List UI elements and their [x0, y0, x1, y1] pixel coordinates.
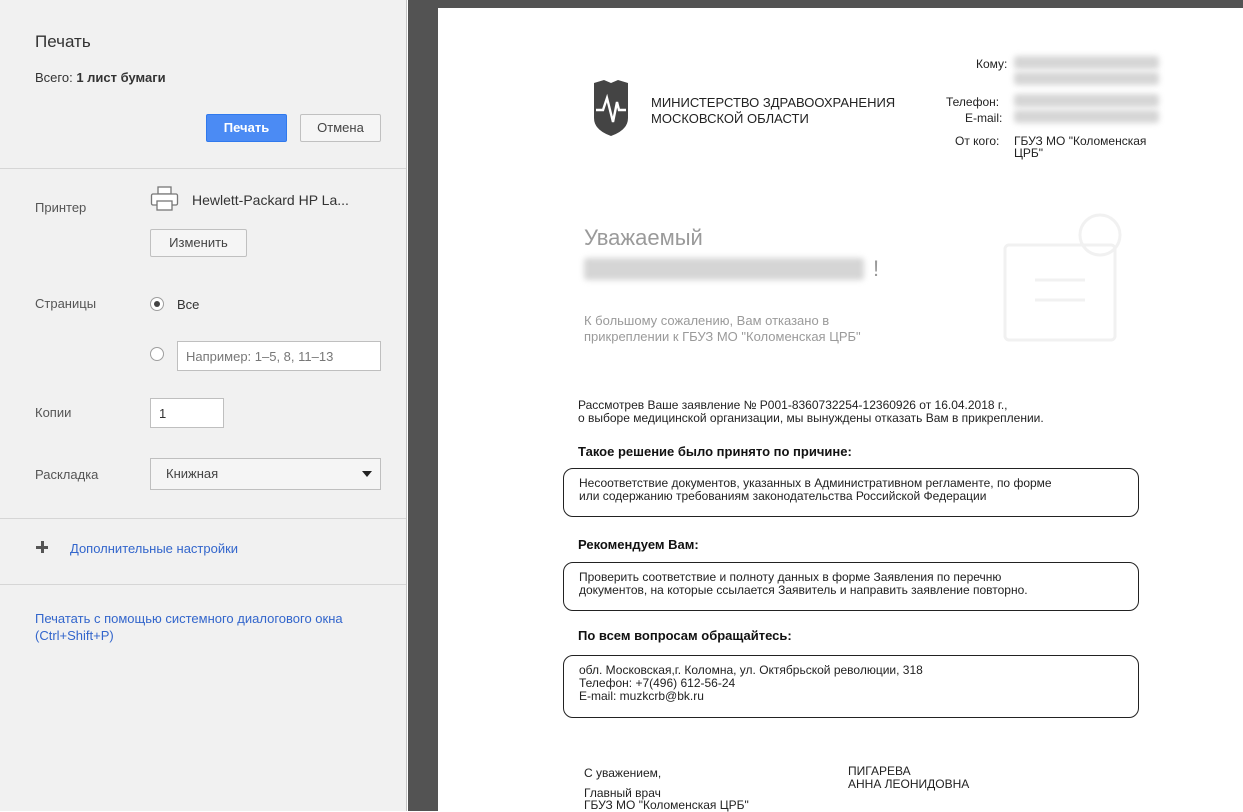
pages-custom-radio[interactable] [150, 347, 164, 361]
contact-line-3: E-mail: muzkcrb@bk.ru [579, 689, 704, 703]
change-printer-button[interactable]: Изменить [150, 229, 247, 257]
signer-surname: ПИГАРЕВА [848, 764, 911, 778]
reason-line-2: или содержанию требованиям законодательс… [579, 489, 987, 503]
pages-label: Страницы [35, 296, 97, 311]
ministry-line-1: МИНИСТЕРСТВО ЗДРАВООХРАНЕНИЯ [651, 95, 896, 110]
recommend-line-2: документов, на которые ссылается Заявите… [579, 583, 1028, 597]
print-settings-sidebar: Печать Всего: 1 лист бумаги Печать Отмен… [0, 0, 407, 811]
refusal-text: К большому сожалению, Вам отказано в при… [584, 313, 861, 345]
ministry-logo-icon [594, 80, 628, 136]
contact-heading: По всем вопросам обращайтесь: [578, 628, 792, 643]
summary-prefix: Всего: [35, 70, 73, 85]
redacted-name [584, 258, 864, 280]
copies-input[interactable] [150, 398, 224, 428]
more-settings-link[interactable]: Дополнительные настройки [70, 541, 238, 556]
body-text: Рассмотрев Ваше заявление № Р001-8360732… [578, 399, 1044, 425]
signer-name: АННА ЛЕОНИДОВНА [848, 777, 970, 791]
from-value-line2: ЦРБ" [1014, 146, 1044, 160]
recommend-heading: Рекомендуем Вам: [578, 537, 699, 552]
regards: С уважением, [584, 766, 662, 780]
email-label: E-mail: [965, 111, 1003, 125]
redacted-recipient [1014, 56, 1159, 69]
sheet-summary: Всего: 1 лист бумаги [35, 70, 166, 85]
refusal-line-1: К большому сожалению, Вам отказано в [584, 313, 830, 328]
copies-label: Копии [35, 405, 72, 420]
phone-label: Телефон: [946, 95, 1000, 109]
redacted-phone [1014, 94, 1159, 107]
redacted-recipient-2 [1014, 72, 1159, 85]
layout-label: Раскладка [35, 467, 99, 482]
layout-value: Книжная [166, 466, 219, 481]
chevron-down-icon [362, 471, 372, 477]
summary-value: 1 лист бумаги [76, 70, 166, 85]
greeting-exclamation: ! [873, 256, 880, 281]
printer-label: Принтер [35, 200, 87, 215]
recommend-box: Проверить соответствие и полноту данных … [563, 562, 1139, 611]
pages-all-radio[interactable] [150, 297, 164, 311]
redacted-email [1014, 110, 1159, 123]
ministry-name: МИНИСТЕРСТВО ЗДРАВООХРАНЕНИЯ МОСКОВСКОЙ … [651, 95, 895, 127]
ministry-line-2: МОСКОВСКОЙ ОБЛАСТИ [651, 111, 809, 126]
signer-org: ГБУЗ МО "Коломенская ЦРБ" [584, 798, 749, 812]
pages-all-label[interactable]: Все [177, 297, 199, 312]
reason-box: Несоответствие документов, указанных в А… [563, 468, 1139, 517]
printer-icon [150, 186, 179, 211]
pages-range-input[interactable] [177, 341, 381, 371]
refusal-line-2: прикреплении к ГБУЗ МО "Коломенская ЦРБ" [584, 329, 861, 344]
layout-select[interactable]: Книжная [150, 458, 381, 490]
watermark-icon [1003, 213, 1122, 342]
from-label: От кого: [955, 134, 1000, 148]
greeting: Уважаемый [584, 225, 703, 250]
printer-destination[interactable]: Hewlett-Packard HP La... [192, 192, 349, 208]
body-line-2: о выборе медицинской организации, мы вын… [578, 411, 1044, 425]
preview-background-top [438, 0, 1243, 8]
contact-box: обл. Московская,г. Коломна, ул. Октябрьс… [563, 655, 1139, 718]
plus-icon[interactable] [36, 541, 48, 553]
dialog-title: Печать [35, 32, 91, 51]
cancel-button[interactable]: Отмена [300, 114, 381, 142]
reason-heading: Такое решение было принято по причине: [578, 444, 852, 459]
preview-background [408, 0, 438, 811]
print-button[interactable]: Печать [206, 114, 287, 142]
to-label: Кому: [976, 57, 1008, 71]
system-dialog-link[interactable]: Печатать с помощью системного диалоговог… [35, 610, 380, 644]
